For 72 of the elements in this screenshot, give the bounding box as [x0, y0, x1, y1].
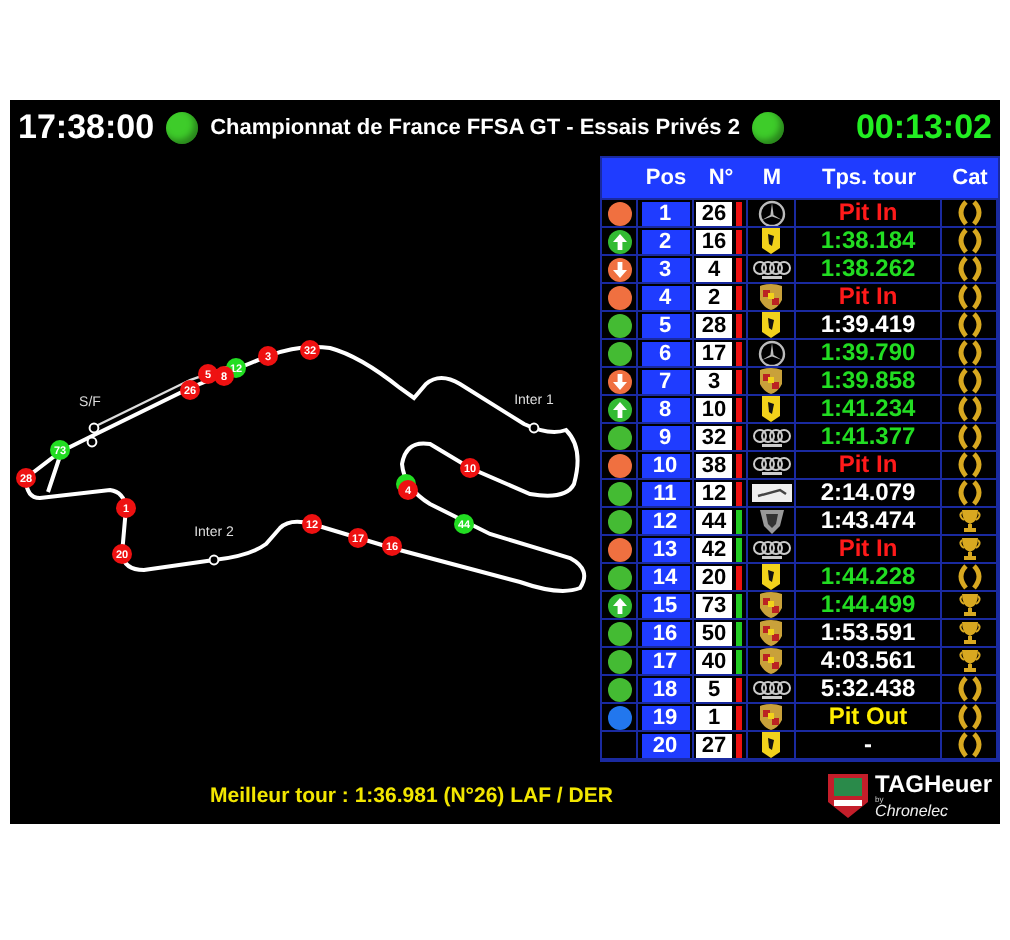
- car-number: 2: [696, 285, 732, 309]
- position-number: 10: [641, 453, 689, 477]
- shield-logo-icon: [825, 772, 870, 820]
- session-title: Championnat de France FFSA GT - Essais Privés 2: [210, 116, 740, 140]
- lap-time: 1:44.228: [820, 564, 916, 590]
- partner-name: Chronelec: [875, 804, 951, 820]
- column-header: N°: [706, 166, 736, 190]
- position-number: 12: [641, 509, 689, 533]
- lap-time: -: [864, 732, 872, 758]
- car-number: 50: [696, 621, 732, 645]
- position-number: 9: [641, 425, 689, 449]
- lap-time: 1:38.184: [820, 228, 916, 254]
- position-number: 4: [641, 285, 689, 309]
- position-number: 19: [641, 705, 689, 729]
- lap-time: 1:41.377: [820, 424, 916, 450]
- column-header: M: [760, 166, 784, 190]
- car-number: 3: [696, 369, 732, 393]
- clock-time: 17:38:00: [18, 108, 155, 148]
- car-number: 27: [696, 733, 732, 757]
- lap-time: 1:38.262: [820, 256, 916, 282]
- column-header: Pos: [643, 166, 689, 190]
- column-header: Cat: [950, 166, 990, 190]
- lap-time: 1:41.234: [820, 396, 916, 422]
- column-header: Tps. tour: [819, 166, 919, 190]
- lap-time: Pit Out: [828, 704, 908, 730]
- car-number: 40: [696, 649, 732, 673]
- car-number: 1: [696, 705, 732, 729]
- position-number: 13: [641, 537, 689, 561]
- position-number: 14: [641, 565, 689, 589]
- car-number: 12: [696, 481, 732, 505]
- position-number: 15: [641, 593, 689, 617]
- car-number: 38: [696, 453, 732, 477]
- lap-time: Pit In: [838, 536, 898, 562]
- remaining-time: 00:13:02: [855, 108, 992, 148]
- lap-time: 1:53.591: [820, 620, 916, 646]
- lap-time: 1:39.419: [820, 312, 916, 338]
- car-number: 32: [696, 425, 732, 449]
- car-number: 26: [696, 201, 732, 225]
- position-number: 16: [641, 621, 689, 645]
- car-number: 17: [696, 341, 732, 365]
- lap-time: Pit In: [838, 452, 898, 478]
- lap-time: 1:44.499: [820, 592, 916, 618]
- car-number: 20: [696, 565, 732, 589]
- position-number: 20: [641, 733, 689, 757]
- lap-time: 1:43.474: [820, 508, 916, 534]
- lap-time: 5:32.438: [820, 676, 916, 702]
- position-number: 3: [641, 257, 689, 281]
- position-number: 6: [641, 341, 689, 365]
- lap-time: 2:14.079: [820, 480, 916, 506]
- best-lap-text: Meilleur tour : 1:36.981 (N°26) LAF / DER: [210, 784, 613, 808]
- car-number: 10: [696, 397, 732, 421]
- lap-time: Pit In: [838, 200, 898, 226]
- car-number: 28: [696, 313, 732, 337]
- position-number: 7: [641, 369, 689, 393]
- lap-time: 4:03.561: [820, 648, 916, 674]
- position-number: 11: [641, 481, 689, 505]
- position-number: 17: [641, 649, 689, 673]
- car-number: 42: [696, 537, 732, 561]
- car-number: 73: [696, 593, 732, 617]
- position-number: 18: [641, 677, 689, 701]
- car-number: 4: [696, 257, 732, 281]
- brand-name: TAGHeuer: [875, 772, 992, 796]
- lap-time: 1:39.858: [820, 368, 916, 394]
- car-number: 44: [696, 509, 732, 533]
- lap-time: Pit In: [838, 284, 898, 310]
- position-number: 8: [641, 397, 689, 421]
- position-number: 1: [641, 201, 689, 225]
- lap-time: 1:39.790: [820, 340, 916, 366]
- position-number: 2: [641, 229, 689, 253]
- car-number: 16: [696, 229, 732, 253]
- position-number: 5: [641, 313, 689, 337]
- car-number: 5: [696, 677, 732, 701]
